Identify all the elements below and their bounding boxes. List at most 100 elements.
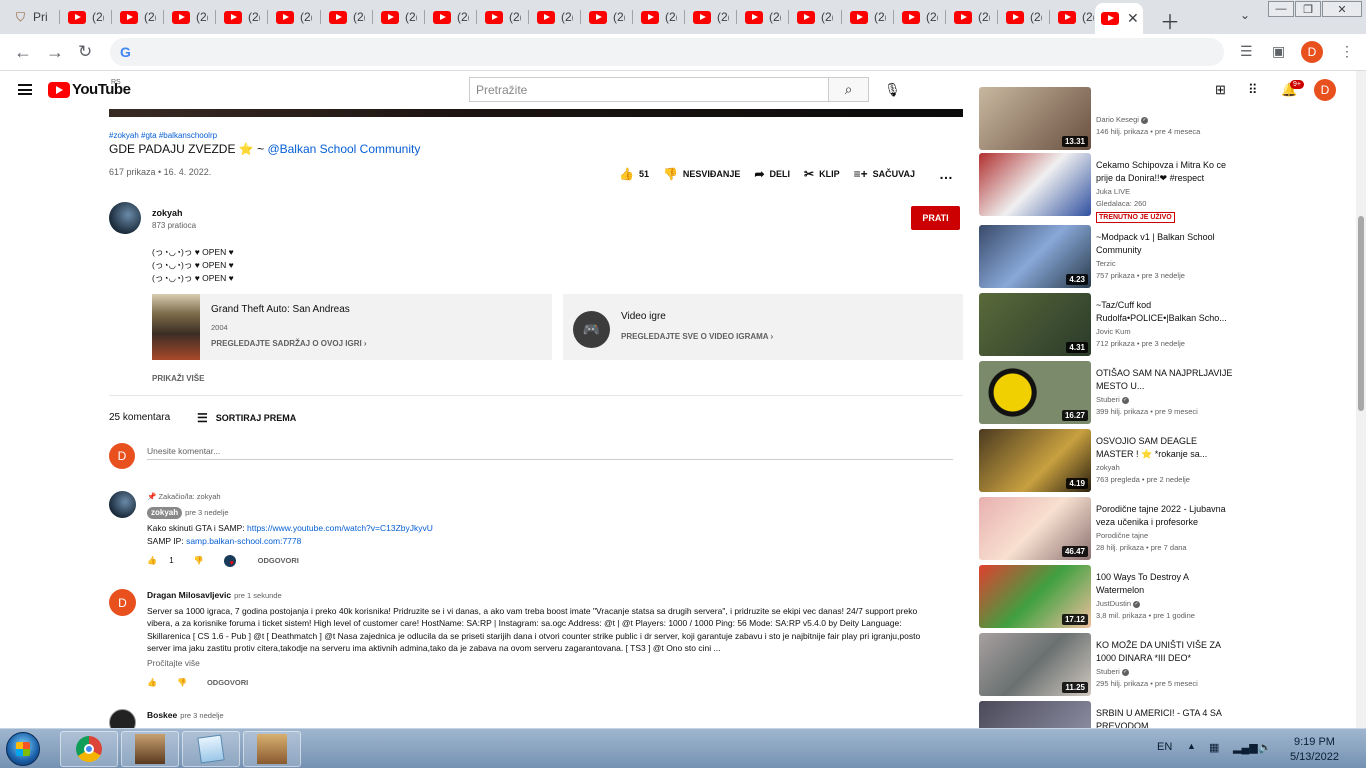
- taskbar-notepad[interactable]: [182, 731, 240, 767]
- subscribe-button[interactable]: PRATI: [911, 206, 960, 230]
- tab-youtube[interactable]: (2(: [62, 4, 110, 30]
- tab-active[interactable]: ✕: [1095, 3, 1143, 34]
- minimize-button[interactable]: —: [1268, 1, 1294, 17]
- tab-youtube[interactable]: (2(: [739, 4, 787, 30]
- recommended-video[interactable]: 17.12 100 Ways To Destroy A Watermelon Jus…: [979, 565, 1239, 631]
- search-input[interactable]: Pretražite: [469, 77, 829, 102]
- recommended-channel[interactable]: zokyah: [1096, 463, 1120, 472]
- tab-youtube[interactable]: (2(: [791, 4, 839, 30]
- sort-button[interactable]: ☰ SORTIRAJ PREMA: [197, 411, 296, 425]
- recommended-title[interactable]: Porodične tajne 2022 - Ljubavna veza uče…: [1096, 503, 1236, 529]
- taskbar-app-gta[interactable]: [121, 731, 179, 767]
- show-more-button[interactable]: PRIKAŽI VIŠE: [152, 374, 204, 383]
- video-thumbnail[interactable]: 46.47: [979, 497, 1091, 560]
- comment-author[interactable]: zokyah: [147, 506, 183, 519]
- video-thumbnail[interactable]: 16.27: [979, 361, 1091, 424]
- address-bar[interactable]: G: [110, 38, 1224, 66]
- comment-like-button[interactable]: 👍: [147, 677, 167, 690]
- tab-youtube[interactable]: (2(: [166, 4, 214, 30]
- hashtags[interactable]: #zokyah #gta #balkanschoolrp: [109, 131, 217, 140]
- close-tab-icon[interactable]: ✕: [1127, 10, 1139, 27]
- channel-name[interactable]: zokyah: [152, 208, 183, 218]
- recommended-title[interactable]: OSVOJIO SAM DEAGLE MASTER ! ⭐ *rokanje s…: [1096, 435, 1236, 461]
- youtube-avatar[interactable]: D: [1314, 79, 1336, 101]
- comment-author[interactable]: Boskee: [147, 710, 177, 720]
- search-button[interactable]: ⌕: [828, 77, 869, 102]
- scrollbar-thumb[interactable]: [1358, 216, 1364, 411]
- recommended-title[interactable]: Cekamo Schipovza i Mitra Ko ce prije da …: [1096, 159, 1236, 185]
- language-indicator[interactable]: EN: [1157, 741, 1172, 753]
- like-button[interactable]: 👍 51: [619, 167, 649, 181]
- video-thumbnail[interactable]: 4.23: [979, 225, 1091, 288]
- back-arrow-icon[interactable]: ←: [14, 42, 32, 63]
- commenter-avatar[interactable]: D: [109, 589, 136, 616]
- recommended-video[interactable]: 4.23 ~Modpack v1 | Balkan School Communit…: [979, 225, 1239, 291]
- tab-youtube[interactable]: (2(: [948, 4, 996, 30]
- comment-author[interactable]: Dragan Milosavljevic: [147, 590, 231, 600]
- recommended-channel[interactable]: JustDustin ✓: [1096, 599, 1141, 608]
- video-thumbnail[interactable]: 11.25: [979, 633, 1091, 696]
- volume-icon[interactable]: 🔈: [1258, 741, 1272, 754]
- video-thumbnail[interactable]: 17.12: [979, 565, 1091, 628]
- system-clock[interactable]: 9:19 PM 5/13/2022: [1290, 735, 1339, 765]
- recommended-video[interactable]: 13.31 Dario Kesegi ✓ 146 hilj. prikaza • pr…: [979, 87, 1239, 153]
- tab-youtube[interactable]: (2(: [896, 4, 944, 30]
- recommended-video[interactable]: 16.27 OTIŠAO SAM NA NAJPRLJAVIJE MESTO U.…: [979, 361, 1239, 427]
- forward-arrow-icon[interactable]: →: [46, 42, 64, 63]
- comment-link[interactable]: https://www.youtube.com/watch?v=C13ZbyJk…: [247, 523, 433, 533]
- new-tab-icon[interactable]: ＋: [1160, 6, 1180, 35]
- tab-youtube[interactable]: (2(: [479, 4, 527, 30]
- tab-youtube[interactable]: (2(: [531, 4, 579, 30]
- recommended-channel[interactable]: Jovic Kum: [1096, 327, 1131, 336]
- tab-youtube[interactable]: (2(: [218, 4, 266, 30]
- recommended-channel[interactable]: Stuberi ✓: [1096, 667, 1129, 676]
- chevron-down-icon[interactable]: ⌄: [1240, 8, 1250, 22]
- recommended-video[interactable]: Cekamo Schipovza i Mitra Ko ce prije da …: [979, 153, 1239, 223]
- clip-button[interactable]: ✂ KLIP: [804, 167, 840, 181]
- side-panel-icon[interactable]: ▣: [1272, 43, 1285, 60]
- recommended-video[interactable]: 46.47 Porodične tajne 2022 - Ljubavna vez…: [979, 497, 1239, 563]
- comment-link[interactable]: samp.balkan-school.com:7778: [186, 536, 301, 546]
- reply-button[interactable]: ODGOVORI: [258, 555, 299, 568]
- recommended-title[interactable]: OTIŠAO SAM NA NAJPRLJAVIJE MESTO U...: [1096, 367, 1236, 393]
- share-button[interactable]: ➦ DELI: [754, 167, 790, 181]
- comment-dislike-button[interactable]: 👎: [194, 555, 214, 568]
- network-icon[interactable]: ▂▄▆: [1233, 741, 1258, 754]
- close-window-button[interactable]: ✕: [1322, 1, 1362, 17]
- reply-button[interactable]: ODGOVORI: [207, 677, 248, 690]
- tab-youtube[interactable]: (2(: [427, 4, 475, 30]
- game-card-link[interactable]: PREGLEDAJTE SADRŽAJ O OVOJ IGRI ›: [211, 339, 367, 348]
- reload-icon[interactable]: ↻: [78, 42, 92, 62]
- video-thumbnail[interactable]: 4.31: [979, 293, 1091, 356]
- recommended-channel[interactable]: Stuberi ✓: [1096, 395, 1129, 404]
- save-button[interactable]: ≡+ SAČUVAJ: [854, 167, 915, 181]
- tab-youtube[interactable]: (2(: [1052, 4, 1100, 30]
- tab-youtube[interactable]: (2(: [583, 4, 631, 30]
- taskbar-app-samp[interactable]: [243, 731, 301, 767]
- tab-youtube[interactable]: (2(: [635, 4, 683, 30]
- youtube-logo[interactable]: YouTube RS: [48, 79, 131, 98]
- tab-youtube[interactable]: (2(: [114, 4, 162, 30]
- hamburger-menu-icon[interactable]: [18, 84, 32, 95]
- commenter-avatar[interactable]: [109, 491, 136, 518]
- tab-youtube[interactable]: (2(: [687, 4, 735, 30]
- apps-grid-icon[interactable]: ⠿: [1248, 82, 1258, 98]
- title-channel-link[interactable]: @Balkan School Community: [267, 142, 420, 156]
- comment-input[interactable]: Unesite komentar...: [147, 446, 953, 460]
- game-card[interactable]: Grand Theft Auto: San Andreas 2004 PREGL…: [152, 294, 552, 360]
- more-actions-button[interactable]: …: [939, 166, 953, 182]
- comment-like-button[interactable]: 👍 1: [147, 555, 184, 568]
- recommended-title[interactable]: ~Taz/Cuff kod Rudolfa•POLICE•|Balkan Sch…: [1096, 299, 1236, 325]
- restore-button[interactable]: ❐: [1295, 1, 1321, 17]
- category-card[interactable]: 🎮 Video igre PREGLEDAJTE SVE O VIDEO IGR…: [563, 294, 963, 360]
- tab-youtube[interactable]: (2(: [844, 4, 892, 30]
- profile-avatar[interactable]: D: [1301, 41, 1323, 63]
- recommended-channel[interactable]: Dario Kesegi ✓: [1096, 115, 1148, 124]
- start-button[interactable]: [6, 732, 40, 766]
- tray-device-icon[interactable]: ▦: [1209, 741, 1219, 754]
- recommended-video[interactable]: 4.31 ~Taz/Cuff kod Rudolfa•POLICE•|Balkan…: [979, 293, 1239, 359]
- tab-youtube[interactable]: (2(: [375, 4, 423, 30]
- recommended-title[interactable]: KO MOŽE DA UNIŠTI VIŠE ZA 1000 DINARA *I…: [1096, 639, 1236, 665]
- category-card-link[interactable]: PREGLEDAJTE SVE O VIDEO IGRAMA ›: [621, 332, 773, 341]
- tab-first[interactable]: ⛉ Pri: [10, 4, 60, 30]
